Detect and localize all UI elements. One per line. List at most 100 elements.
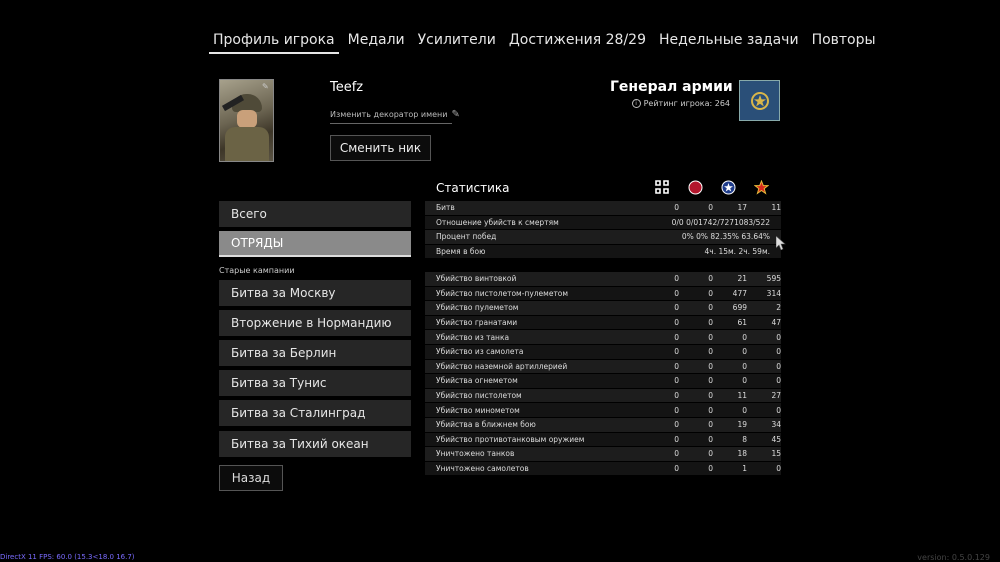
tab-replays[interactable]: Повторы (808, 30, 880, 54)
stat-value: 0 (674, 449, 679, 459)
mouse-cursor-icon (776, 236, 786, 250)
campaign-tunisia-button[interactable]: Битва за Тунис (219, 370, 411, 396)
stat-value: 18 (737, 449, 747, 459)
stat-value: 2 (776, 303, 781, 313)
avatar[interactable]: ✎ (219, 79, 274, 162)
stat-value: 0 (776, 405, 781, 415)
stat-value: 19 (737, 420, 747, 430)
stat-value: 699 (732, 303, 747, 313)
rank-badge-icon (739, 80, 780, 121)
campaign-berlin-button[interactable]: Битва за Берлин (219, 340, 411, 366)
campaign-normandy-button[interactable]: Вторжение в Нормандию (219, 310, 411, 336)
stat-value: 0 (742, 361, 747, 371)
stat-value: 0 (708, 376, 713, 386)
stat-value: 0 (674, 288, 679, 298)
info-icon[interactable]: i (631, 99, 641, 108)
tab-achievements[interactable]: Достижения 28/29 (505, 30, 650, 54)
stat-value: 0 (674, 303, 679, 313)
stat-value: 0 (708, 449, 713, 459)
stat-value: 0 (708, 434, 713, 444)
stat-label: Убийство наземной артиллерией (436, 361, 568, 371)
table-row: Убийство из самолета 0 0 0 0 (425, 344, 781, 360)
stat-value: 0 (708, 361, 713, 371)
stat-label: Уничтожено танков (436, 449, 515, 459)
table-row: Убийство пистолетом-пулеметом 0 0 477 314 (425, 286, 781, 302)
stat-value: 0 (708, 347, 713, 357)
change-decorator-link[interactable]: Изменить декоратор имени ✎ (330, 106, 460, 124)
avatar-face (237, 110, 257, 128)
stat-value: 0 (674, 318, 679, 328)
stat-value: 0 (708, 332, 713, 342)
usa-star-icon (720, 179, 736, 195)
japan-sun-icon (687, 179, 703, 195)
stat-value: 0/0 0/01742/7271083/522 (671, 217, 770, 227)
stat-label: Убийство минометом (436, 405, 520, 415)
stat-label: Убийства в ближнем бою (436, 420, 536, 430)
table-row: Отношение убийств к смертям 0/0 0/01742/… (425, 215, 781, 231)
stat-value: 314 (766, 288, 781, 298)
stat-label: Время в бою (436, 247, 486, 257)
tab-medals[interactable]: Медали (344, 30, 409, 54)
stat-value: 15 (771, 449, 781, 459)
stat-value: 11 (737, 391, 747, 401)
stat-value: 0 (776, 347, 781, 357)
stat-value: 47 (771, 318, 781, 328)
stat-label: Убийство пулеметом (436, 303, 519, 313)
stat-value: 0 (674, 434, 679, 444)
stat-label: Отношение убийств к смертям (436, 217, 559, 227)
stat-value: 0 (776, 332, 781, 342)
stat-label: Убийство противотанковым оружием (436, 434, 585, 444)
table-row: Убийства в ближнем бою 0 0 19 34 (425, 417, 781, 433)
stats-title: Статистика (436, 181, 510, 195)
fps-readout: DirectX 11 FPS: 60.0 (15.3<18.0 16.7) (0, 553, 135, 561)
stat-label: Битв (436, 203, 455, 213)
stats-summary-table: Битв 0 0 17 11 Отношение убийств к смерт… (425, 201, 781, 260)
stat-label: Убийство из танка (436, 332, 510, 342)
back-button[interactable]: Назад (219, 465, 283, 491)
stat-value: 0 (674, 405, 679, 415)
stat-value: 0 (708, 464, 713, 474)
table-row: Убийство пулеметом 0 0 699 2 (425, 301, 781, 316)
table-row: Убийство пистолетом 0 0 11 27 (425, 388, 781, 404)
stat-value: 0 (674, 347, 679, 357)
table-row: Уничтожено танков 0 0 18 15 (425, 447, 781, 462)
stat-value: 0 (708, 274, 713, 284)
stat-value: 0 (674, 376, 679, 386)
pencil-icon[interactable]: ✎ (262, 83, 270, 91)
stat-value: 0% 0% 82.35% 63.64% (681, 232, 770, 242)
table-row: Время в бою 4ч. 15м. 2ч. 59м. (425, 244, 781, 260)
stat-label: Убийства огнеметом (436, 376, 518, 386)
ussr-star-icon (753, 179, 769, 195)
campaign-pacific-button[interactable]: Битва за Тихий океан (219, 431, 411, 457)
player-name: Teefz (330, 80, 364, 95)
avatar-body (225, 127, 269, 161)
stat-value: 0 (742, 405, 747, 415)
stat-value: 0 (674, 203, 679, 213)
table-row: Убийство винтовкой 0 0 21 595 (425, 272, 781, 287)
stat-value: 0 (674, 332, 679, 342)
stat-value: 0 (742, 332, 747, 342)
campaign-moscow-button[interactable]: Битва за Москву (219, 280, 411, 306)
tab-boosters[interactable]: Усилители (414, 30, 500, 54)
stat-value: 595 (766, 274, 781, 284)
stat-label: Убийство из самолета (436, 347, 524, 357)
table-row: Убийства огнеметом 0 0 0 0 (425, 374, 781, 389)
tab-weekly-tasks[interactable]: Недельные задачи (655, 30, 803, 54)
table-row: Процент побед 0% 0% 82.35% 63.64% (425, 230, 781, 245)
decorator-label: Изменить декоратор имени (330, 110, 448, 119)
pencil-icon: ✎ (451, 109, 460, 120)
stat-value: 21 (737, 274, 747, 284)
change-nick-button[interactable]: Сменить ник (330, 135, 431, 161)
rank-title: Генерал армии (610, 79, 733, 95)
menu-squads-button[interactable]: ОТРЯДЫ (219, 231, 411, 257)
stat-label: Уничтожено самолетов (436, 464, 529, 474)
stat-value: 0 (776, 376, 781, 386)
campaign-stalingrad-button[interactable]: Битва за Сталинград (219, 400, 411, 426)
table-row: Убийство из танка 0 0 0 0 (425, 330, 781, 345)
stat-value: 0 (776, 464, 781, 474)
stat-value: 0 (674, 420, 679, 430)
tab-player-profile[interactable]: Профиль игрока (209, 30, 339, 54)
stats-kills-table: Убийство винтовкой 0 0 21 595 Убийство пистол… (425, 272, 781, 477)
menu-total-button[interactable]: Всего (219, 201, 411, 227)
stat-value: 0 (708, 318, 713, 328)
